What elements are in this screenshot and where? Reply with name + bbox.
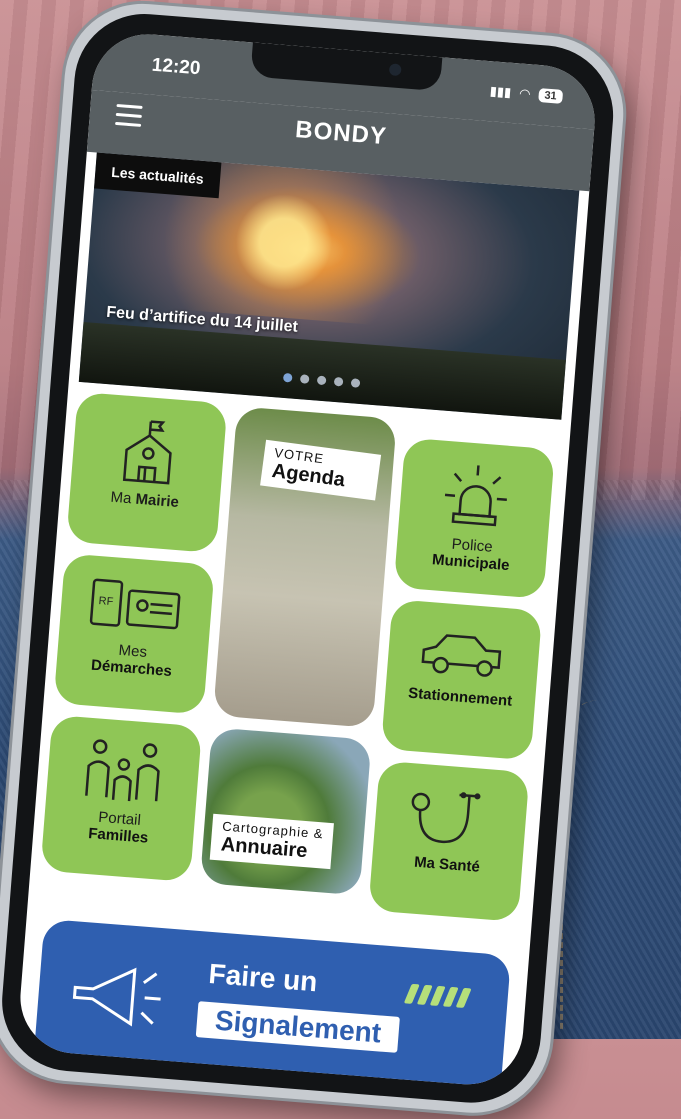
status-icons: ▮▮▮ ◠ 31 [489, 83, 564, 105]
car-icon [421, 634, 502, 677]
carousel-dot[interactable] [316, 375, 327, 386]
phone-bezel: 12:20 ▮▮▮ ◠ 31 BONDY Les actualités Feu … [0, 8, 619, 1108]
tile-label: Stationnement [407, 684, 513, 710]
tile-agenda[interactable]: VOTRE Agenda [213, 406, 397, 728]
brand-text: BONDY [294, 116, 388, 151]
svg-text:RF: RF [98, 595, 114, 608]
app-logo: BONDY [294, 116, 388, 151]
tile-ma-sante[interactable]: Ma Santé [368, 760, 530, 922]
carousel-dot[interactable] [282, 372, 293, 383]
tile-mes-demarches[interactable]: RF Mes Démarches [53, 553, 215, 715]
battery-icon: 31 [537, 88, 564, 104]
signal-icon: ▮▮▮ [489, 83, 512, 100]
town-hall-icon [122, 420, 172, 485]
jeans-pocket-seam [560, 700, 681, 1030]
family-icon [85, 739, 160, 802]
megaphone-icon [72, 967, 161, 1027]
tile-police-municipale[interactable]: Police Municipale [393, 437, 555, 599]
camera [388, 63, 402, 77]
tile-ma-mairie[interactable]: Ma Mairie [66, 391, 228, 554]
phone-device: 12:20 ▮▮▮ ◠ 31 BONDY Les actualités Feu … [0, 0, 630, 1119]
services-grid: Ma Mairie VOTRE Agenda Police Municipale… [37, 391, 560, 948]
tile-portail-familles[interactable]: Portail Familles [40, 714, 203, 883]
report-button[interactable]: Signalement [195, 1001, 401, 1053]
news-carousel[interactable]: Les actualités Feu d’artifice du 14 juil… [78, 152, 580, 420]
carto-sign: Cartographie & Annuaire [209, 813, 335, 870]
carousel-dot[interactable] [299, 374, 310, 384]
agenda-sign: VOTRE Agenda [260, 439, 382, 501]
tile-stationnement[interactable]: Stationnement [380, 599, 543, 761]
siren-icon [444, 465, 507, 527]
report-banner[interactable]: Faire un Signalement [32, 918, 512, 1089]
status-time: 12:20 [151, 54, 202, 80]
menu-icon[interactable] [115, 103, 143, 128]
tile-cartographie-annuaire[interactable]: Cartographie & Annuaire [199, 727, 372, 896]
carousel-dot[interactable] [333, 376, 344, 387]
tile-label: Ma Santé [413, 853, 481, 876]
decorative-stripes [403, 983, 472, 1009]
id-card-icon: RF [89, 578, 181, 630]
stethoscope-icon [411, 792, 481, 843]
tile-label: Ma Mairie [109, 488, 180, 512]
carousel-dot[interactable] [350, 378, 361, 388]
phone-screen: 12:20 ▮▮▮ ◠ 31 BONDY Les actualités Feu … [16, 30, 599, 1089]
report-title-line1: Faire un [207, 957, 319, 998]
wifi-icon: ◠ [518, 85, 532, 102]
